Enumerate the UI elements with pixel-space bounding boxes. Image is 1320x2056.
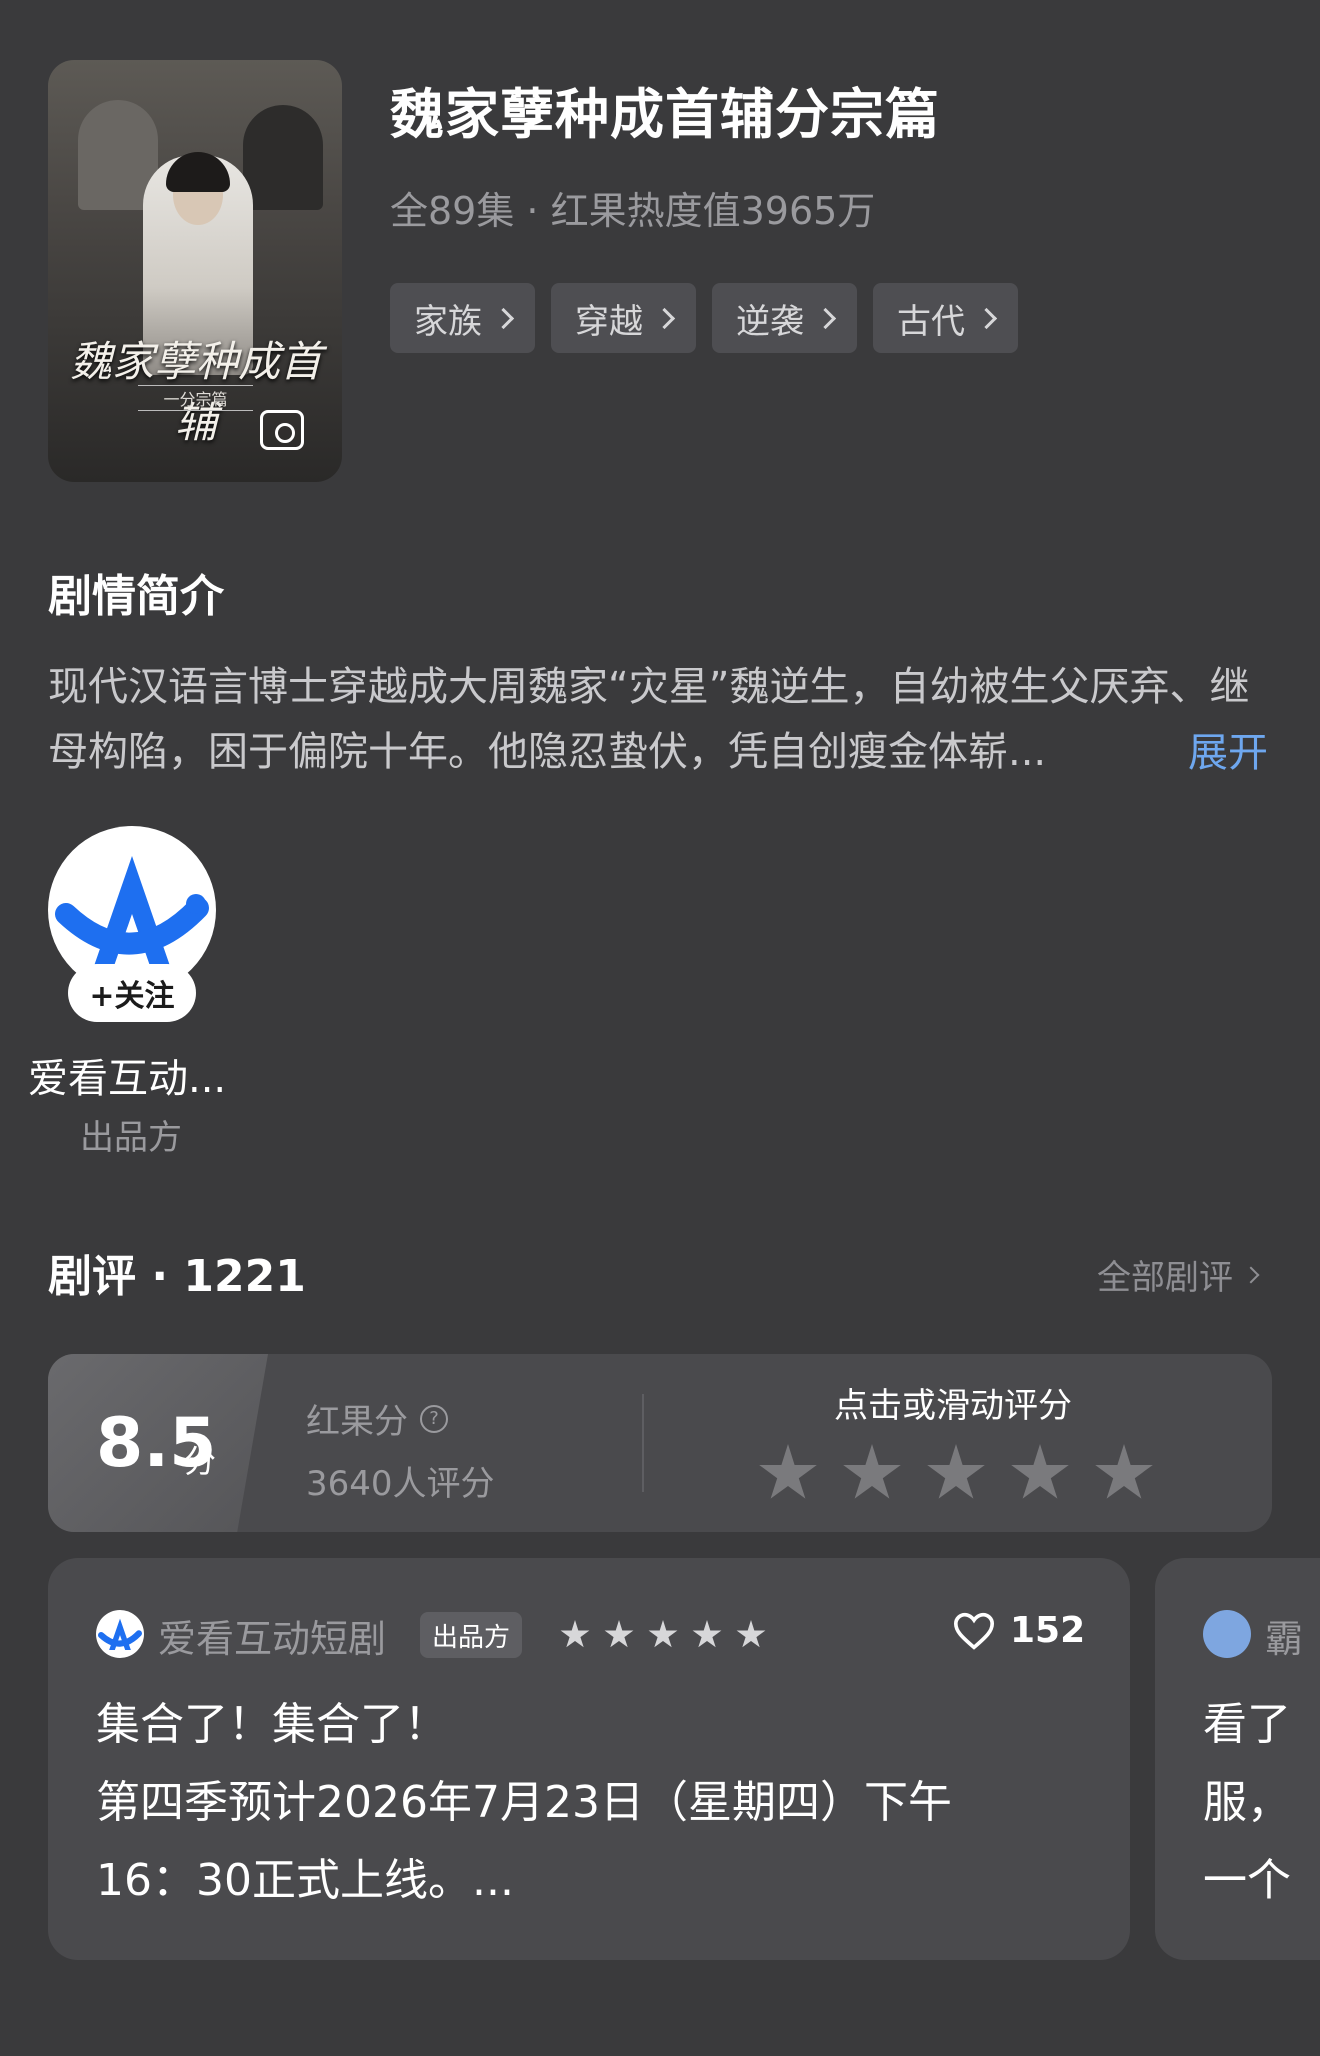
star-icon (736, 1620, 766, 1648)
tag-label: 穿越 (575, 301, 643, 342)
tag-ancient[interactable]: 古代 (873, 283, 1018, 353)
review-line: 第四季预计2026年7月23日（星期四）下午 (96, 1777, 952, 1828)
producer-badge: 出品方 (420, 1612, 523, 1658)
review-line: 服， (1203, 1777, 1291, 1828)
expand-link[interactable]: 展开 (1188, 720, 1268, 778)
review-line: 看了 (1203, 1699, 1291, 1750)
divider (642, 1394, 644, 1492)
like-count: 152 (1010, 1610, 1086, 1651)
score-unit: 分 (184, 1442, 217, 1480)
review-card[interactable]: 霸 看了 服， 一个 (1155, 1558, 1320, 1960)
review-card[interactable]: 爱看互动短剧 出品方 152 集合了！集合了！ 第四季预计2026年7月23日（… (48, 1558, 1130, 1960)
chevron-right-icon (975, 307, 998, 329)
all-reviews-link[interactable]: 全部剧评 (1097, 1250, 1260, 1299)
heart-icon (953, 1612, 995, 1650)
star-icon[interactable] (1011, 1444, 1069, 1499)
score-label: 红果分 ? (306, 1394, 448, 1443)
poster-image[interactable]: 魏家孽种成首辅 一分宗篇 (48, 60, 342, 482)
reviews-heading: 剧评 · 1221 (48, 1251, 306, 1302)
star-icon[interactable] (1095, 1444, 1153, 1499)
synopsis-text: 现代汉语言博士穿越成大周魏家“灾星”魏逆生，自幼被生父厌弃、继母构陷，困于偏院十… (48, 664, 1250, 775)
tag-label: 逆袭 (736, 301, 804, 342)
producer-name[interactable]: 爱看互动... (28, 1046, 226, 1104)
poster-figure-right (243, 105, 323, 210)
help-icon[interactable]: ? (420, 1404, 448, 1433)
review-text: 看了 服， 一个 (1203, 1686, 1320, 1920)
star-icon (692, 1620, 722, 1648)
star-icon (648, 1620, 678, 1648)
rating-stars[interactable] (758, 1444, 1154, 1504)
rating-count: 3640人评分 (306, 1464, 495, 1504)
poster-subtitle: 一分宗篇 (138, 385, 253, 411)
star-icon[interactable] (843, 1444, 901, 1499)
rating-card: 8.5 分 红果分 ? 3640人评分 点击或滑动评分 (48, 1354, 1272, 1532)
reviewer-name[interactable]: 霸 (1265, 1608, 1303, 1663)
chevron-right-icon (814, 307, 837, 329)
review-line: 16：30正式上线。... (96, 1855, 514, 1906)
all-reviews-label: 全部剧评 (1097, 1258, 1233, 1298)
reviewer-avatar[interactable] (96, 1610, 144, 1658)
tag-time-travel[interactable]: 穿越 (551, 283, 696, 353)
star-icon (604, 1620, 634, 1648)
image-icon[interactable] (260, 410, 304, 450)
reviewer-avatar[interactable] (1203, 1610, 1251, 1658)
tag-family[interactable]: 家族 (390, 283, 535, 353)
tag-label: 家族 (414, 301, 482, 342)
producer-logo-icon (98, 1618, 142, 1650)
star-icon[interactable] (759, 1444, 817, 1499)
synopsis-heading: 剧情简介 (48, 571, 224, 622)
rate-prompt: 点击或滑动评分 (834, 1386, 1072, 1426)
review-text: 集合了！集合了！ 第四季预计2026年7月23日（星期四）下午 16：30正式上… (96, 1686, 1096, 1920)
producer-role: 出品方 (80, 1118, 182, 1158)
star-icon (560, 1620, 590, 1648)
show-meta: 全89集 · 红果热度值3965万 (390, 189, 876, 233)
chevron-right-icon (1242, 1266, 1260, 1283)
tag-list: 家族 穿越 逆袭 古代 (390, 283, 1018, 353)
tag-label: 古代 (897, 301, 965, 342)
show-title: 魏家孽种成首辅分宗篇 (390, 83, 940, 146)
like-button[interactable]: 152 (952, 1610, 1085, 1651)
chevron-right-icon (653, 307, 676, 329)
tag-comeback[interactable]: 逆袭 (712, 283, 857, 353)
review-line: 集合了！集合了！ (96, 1699, 448, 1750)
score-label-text: 红果分 (306, 1402, 408, 1442)
follow-button[interactable]: +关注 (68, 964, 196, 1022)
star-icon[interactable] (927, 1444, 985, 1499)
reviewer-name[interactable]: 爱看互动短剧 (158, 1608, 386, 1663)
review-stars (560, 1620, 766, 1650)
chevron-right-icon (492, 307, 515, 329)
review-line: 一个 (1203, 1855, 1291, 1906)
